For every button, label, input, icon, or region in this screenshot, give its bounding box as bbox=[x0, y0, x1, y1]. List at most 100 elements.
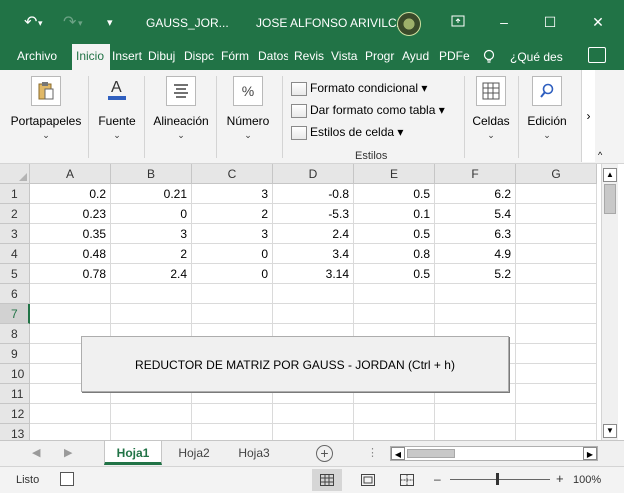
page-layout-icon[interactable] bbox=[353, 469, 383, 491]
column-header-c[interactable]: C bbox=[192, 164, 273, 184]
redo-icon[interactable]: ↷ bbox=[63, 12, 76, 34]
tab-vista[interactable]: Vista bbox=[331, 49, 361, 63]
select-all-corner[interactable] bbox=[0, 164, 30, 184]
column-header-g[interactable]: G bbox=[516, 164, 597, 184]
sheet-tab-hoja2[interactable]: Hoja2 bbox=[166, 441, 222, 465]
tab-pdfelement[interactable]: PDFe bbox=[439, 49, 471, 63]
cell-g6[interactable] bbox=[516, 284, 597, 304]
tab-ayuda[interactable]: Ayud bbox=[402, 49, 434, 63]
row-header-11[interactable]: 11 bbox=[0, 384, 30, 404]
avatar[interactable] bbox=[397, 12, 421, 36]
scroll-thumb[interactable] bbox=[407, 449, 455, 458]
close-button[interactable]: ✕ bbox=[588, 12, 608, 32]
cell-b4[interactable]: 2 bbox=[111, 244, 192, 264]
cell-e3[interactable]: 0.5 bbox=[354, 224, 435, 244]
cell-f1[interactable]: 6.2 bbox=[435, 184, 516, 204]
row-header-8[interactable]: 8 bbox=[0, 324, 30, 344]
cell-g10[interactable] bbox=[516, 364, 597, 384]
cell-f7[interactable] bbox=[435, 304, 516, 324]
cell-c1[interactable]: 3 bbox=[192, 184, 273, 204]
cell-d3[interactable]: 2.4 bbox=[273, 224, 354, 244]
group-fuente[interactable]: A Fuente ⌄ bbox=[94, 76, 140, 141]
cell-a1[interactable]: 0.2 bbox=[30, 184, 111, 204]
cell-f6[interactable] bbox=[435, 284, 516, 304]
scroll-left-icon[interactable]: ◀ bbox=[391, 447, 405, 460]
cell-g2[interactable] bbox=[516, 204, 597, 224]
add-sheet-button[interactable]: + bbox=[316, 445, 333, 462]
tab-split-handle[interactable]: ⋮ bbox=[367, 446, 378, 459]
zoom-in-button[interactable]: + bbox=[556, 471, 564, 486]
cell-a3[interactable]: 0.35 bbox=[30, 224, 111, 244]
cell-d4[interactable]: 3.4 bbox=[273, 244, 354, 264]
cell-c6[interactable] bbox=[192, 284, 273, 304]
minimize-button[interactable]: – bbox=[494, 12, 514, 32]
cell-a5[interactable]: 0.78 bbox=[30, 264, 111, 284]
row-header-12[interactable]: 12 bbox=[0, 404, 30, 424]
cell-g3[interactable] bbox=[516, 224, 597, 244]
column-header-b[interactable]: B bbox=[111, 164, 192, 184]
tab-insertar[interactable]: Insert bbox=[112, 49, 145, 63]
cell-a6[interactable] bbox=[30, 284, 111, 304]
row-header-5[interactable]: 5 bbox=[0, 264, 30, 284]
group-portapapeles[interactable]: Portapapeles ⌄ bbox=[10, 76, 82, 141]
cell-b5[interactable]: 2.4 bbox=[111, 264, 192, 284]
maximize-button[interactable]: ☐ bbox=[540, 12, 560, 32]
row-header-1[interactable]: 1 bbox=[0, 184, 30, 204]
sheet-tab-hoja1[interactable]: Hoja1 bbox=[104, 441, 162, 465]
row-header-7[interactable]: 7 bbox=[0, 304, 30, 324]
cell-g12[interactable] bbox=[516, 404, 597, 424]
macro-button-gauss-jordan[interactable]: REDUCTOR DE MATRIZ POR GAUSS - JORDAN (C… bbox=[81, 336, 509, 392]
row-header-2[interactable]: 2 bbox=[0, 204, 30, 224]
tab-dibujar[interactable]: Dibuj bbox=[148, 49, 180, 63]
row-header-6[interactable]: 6 bbox=[0, 284, 30, 304]
row-header-9[interactable]: 9 bbox=[0, 344, 30, 364]
spreadsheet-grid[interactable]: ABCDEFG 1 0.2 0.21 3 -0.8 0.5 6.2 2 0.23 0 2 -5.3 0.… bbox=[0, 164, 601, 440]
scroll-right-icon[interactable]: ▶ bbox=[583, 447, 597, 460]
undo-dropdown-icon[interactable]: ▾ bbox=[38, 12, 43, 34]
cell-g9[interactable] bbox=[516, 344, 597, 364]
cell-a12[interactable] bbox=[30, 404, 111, 424]
cell-f5[interactable]: 5.2 bbox=[435, 264, 516, 284]
format-as-table-button[interactable]: Dar formato como tabla ▾ bbox=[291, 100, 445, 122]
collapse-ribbon-icon[interactable]: ^ bbox=[598, 150, 602, 160]
comment-icon[interactable] bbox=[588, 47, 606, 63]
lightbulb-icon[interactable] bbox=[483, 49, 495, 68]
cell-d5[interactable]: 3.14 bbox=[273, 264, 354, 284]
scroll-down-icon[interactable]: ▼ bbox=[603, 424, 617, 438]
tab-inicio[interactable]: Inicio bbox=[72, 44, 110, 70]
zoom-level[interactable]: 100% bbox=[573, 474, 601, 486]
cell-c3[interactable]: 3 bbox=[192, 224, 273, 244]
undo-icon[interactable]: ↶ bbox=[24, 12, 37, 34]
cell-d6[interactable] bbox=[273, 284, 354, 304]
page-break-preview-icon[interactable] bbox=[392, 469, 422, 491]
sheet-next-icon[interactable]: ▶ bbox=[64, 446, 72, 459]
cell-f4[interactable]: 4.9 bbox=[435, 244, 516, 264]
group-celdas[interactable]: Celdas ⌄ bbox=[470, 76, 512, 141]
cell-a7[interactable] bbox=[30, 304, 111, 324]
cell-e13[interactable] bbox=[354, 424, 435, 440]
cell-a4[interactable]: 0.48 bbox=[30, 244, 111, 264]
cell-b7[interactable] bbox=[111, 304, 192, 324]
cell-g8[interactable] bbox=[516, 324, 597, 344]
column-header-e[interactable]: E bbox=[354, 164, 435, 184]
cell-g4[interactable] bbox=[516, 244, 597, 264]
cell-d12[interactable] bbox=[273, 404, 354, 424]
cell-f2[interactable]: 5.4 bbox=[435, 204, 516, 224]
cell-b1[interactable]: 0.21 bbox=[111, 184, 192, 204]
normal-view-icon[interactable] bbox=[312, 469, 342, 491]
conditional-format-button[interactable]: Formato condicional ▾ bbox=[291, 78, 445, 100]
cell-styles-button[interactable]: Estilos de celda ▾ bbox=[291, 122, 445, 144]
cell-e1[interactable]: 0.5 bbox=[354, 184, 435, 204]
cell-b3[interactable]: 3 bbox=[111, 224, 192, 244]
horizontal-scrollbar[interactable]: ◀ ▶ bbox=[390, 446, 598, 461]
cell-f3[interactable]: 6.3 bbox=[435, 224, 516, 244]
column-header-f[interactable]: F bbox=[435, 164, 516, 184]
column-header-d[interactable]: D bbox=[273, 164, 354, 184]
cell-d2[interactable]: -5.3 bbox=[273, 204, 354, 224]
cell-e4[interactable]: 0.8 bbox=[354, 244, 435, 264]
cell-a2[interactable]: 0.23 bbox=[30, 204, 111, 224]
cell-e7[interactable] bbox=[354, 304, 435, 324]
scroll-thumb[interactable] bbox=[604, 184, 616, 214]
scroll-up-icon[interactable]: ▲ bbox=[603, 168, 617, 182]
cell-c12[interactable] bbox=[192, 404, 273, 424]
